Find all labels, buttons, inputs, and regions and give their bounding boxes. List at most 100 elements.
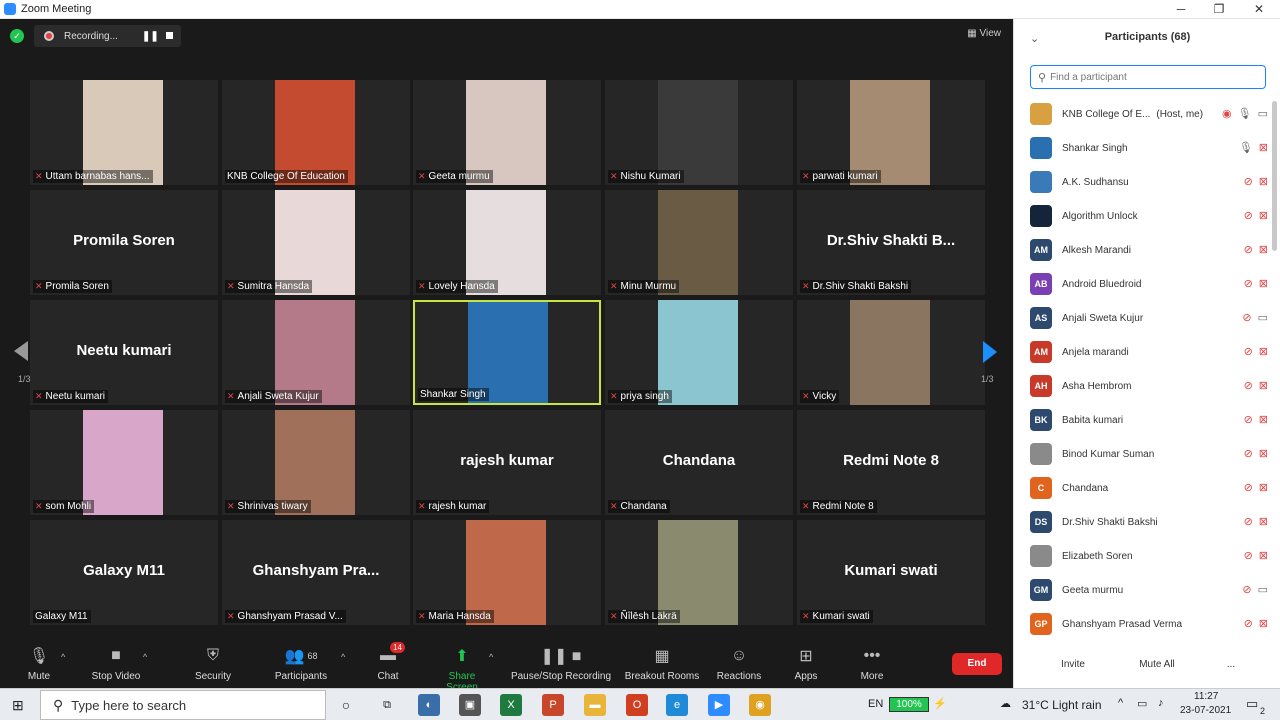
camera-off-icon[interactable]: ⊠	[1259, 413, 1268, 426]
more-button[interactable]: ••• More	[858, 646, 886, 682]
video-tile[interactable]: Redmi Note 8 ✕ Redmi Note 8	[797, 410, 985, 515]
mic-muted-icon[interactable]: ⊘	[1244, 277, 1253, 290]
volume-icon[interactable]: ♪	[1158, 697, 1164, 709]
video-tile[interactable]: ✕ Uttam barnabas hans...	[30, 80, 218, 185]
video-tile[interactable]: Dr.Shiv Shakti B... ✕ Dr.Shiv Shakti Baksh…	[797, 190, 985, 295]
share-screen-button[interactable]: ⬆ Share Screen	[432, 646, 492, 693]
video-tile[interactable]: ✕ som Mohli	[30, 410, 218, 515]
notification-center-icon[interactable]: ▭	[1246, 696, 1258, 712]
camera-off-icon[interactable]: ⊠	[1259, 617, 1268, 630]
maximize-button[interactable]: ❐	[1200, 0, 1238, 19]
video-tile[interactable]: ✕ Shrinivas tiwary	[222, 410, 410, 515]
input-language[interactable]: EN	[868, 698, 883, 710]
mic-muted-icon[interactable]: ⊘	[1244, 549, 1253, 562]
video-tile[interactable]: ✕ Anjali Sweta Kujur	[222, 300, 410, 405]
camera-on-icon[interactable]: ▭	[1258, 311, 1268, 324]
mic-on-icon[interactable]: 🎙	[1238, 107, 1252, 120]
participant-row[interactable]: BK Babita kumari ⊘ ⊠	[1014, 403, 1272, 437]
next-page-arrow-icon[interactable]	[983, 341, 997, 363]
taskbar-search-box[interactable]: ⚲	[40, 690, 326, 720]
task-view-icon[interactable]: ⧉	[376, 694, 398, 716]
camera-on-icon[interactable]: ▭	[1258, 583, 1268, 596]
participant-row[interactable]: GP Ghanshyam Prasad Verma ⊘ ⊠	[1014, 607, 1272, 641]
weather-text[interactable]: 31°C Light rain	[1022, 698, 1102, 712]
participant-row[interactable]: Algorithm Unlock ⊘ ⊠	[1014, 199, 1272, 233]
camera-off-icon[interactable]: ⊠	[1259, 447, 1268, 460]
cortana-circle-icon[interactable]: ○	[335, 694, 357, 716]
camera-off-icon[interactable]: ⊠	[1259, 141, 1268, 154]
clock-date[interactable]: 23-07-2021	[1180, 705, 1231, 716]
taskbar-search-input[interactable]	[71, 697, 302, 713]
video-tile[interactable]: ✕ Geeta murmu	[413, 80, 601, 185]
mic-muted-icon[interactable]: ⊘	[1244, 447, 1253, 460]
participant-search-input[interactable]	[1050, 71, 1251, 83]
camera-off-icon[interactable]: ⊠	[1259, 209, 1268, 222]
camera-off-icon[interactable]: ⊠	[1259, 175, 1268, 188]
camera-on-icon[interactable]: ▭	[1258, 107, 1268, 120]
camera-off-icon[interactable]: ⊠	[1259, 379, 1268, 392]
participant-row[interactable]: DS Dr.Shiv Shakti Bakshi ⊘ ⊠	[1014, 505, 1272, 539]
video-tile[interactable]: Neetu kumari ✕ Neetu kumari	[30, 300, 218, 405]
mic-muted-icon[interactable]: ⊘	[1244, 413, 1253, 426]
camera-off-icon[interactable]: ⊠	[1259, 481, 1268, 494]
stop-video-button[interactable]: ■ Stop Video	[88, 646, 144, 682]
powerpoint-icon[interactable]: P	[542, 694, 564, 716]
mic-muted-icon[interactable]: ⊘	[1244, 345, 1253, 358]
participants-options-chevron-icon[interactable]: ^	[341, 652, 345, 662]
audio-options-chevron-icon[interactable]: ^	[61, 652, 65, 662]
video-tile[interactable]: ✕ Nishu Kumari	[605, 80, 793, 185]
excel-icon[interactable]: X	[500, 694, 522, 716]
battery-indicator[interactable]: 100%	[889, 697, 929, 712]
video-tile[interactable]: ✕ Ñîlēsh Läkrä	[605, 520, 793, 625]
participant-row[interactable]: KNB College Of E... (Host, me) ◉ 🎙 ▭	[1014, 97, 1272, 131]
security-button[interactable]: ⛨ Security	[192, 646, 234, 682]
video-tile[interactable]: KNB College Of Education	[222, 80, 410, 185]
participant-row[interactable]: AS Anjali Sweta Kujur ⊘ ▭	[1014, 301, 1272, 335]
previous-page-arrow-icon[interactable]	[14, 341, 28, 361]
store-icon[interactable]: ▣	[459, 694, 481, 716]
mute-button[interactable]: 🎙 Mute	[22, 646, 56, 682]
participant-row[interactable]: AB Android Bluedroid ⊘ ⊠	[1014, 267, 1272, 301]
reactions-button[interactable]: ☺ Reactions	[716, 646, 762, 682]
mic-muted-icon[interactable]: ⊘	[1244, 515, 1253, 528]
video-tile[interactable]: ✕ Minu Murmu	[605, 190, 793, 295]
participant-search-box[interactable]: ⚲	[1030, 65, 1266, 89]
mic-muted-icon[interactable]: ⊘	[1244, 617, 1253, 630]
chat-button[interactable]: ▬ 14 Chat	[374, 642, 405, 682]
video-tile[interactable]: ✕ Lovely Hansda	[413, 190, 601, 295]
mic-on-icon[interactable]: 🎙	[1239, 141, 1253, 154]
participant-row[interactable]: Elizabeth Soren ⊘ ⊠	[1014, 539, 1272, 573]
participant-row[interactable]: Binod Kumar Suman ⊘ ⊠	[1014, 437, 1272, 471]
windows-start-icon[interactable]: ⊞	[12, 697, 24, 714]
mic-muted-icon[interactable]: ⊘	[1242, 311, 1251, 324]
video-tile[interactable]: Galaxy M11 Galaxy M11	[30, 520, 218, 625]
network-icon[interactable]: ▭	[1137, 697, 1147, 710]
mic-muted-icon[interactable]: ⊘	[1242, 583, 1251, 596]
camera-off-icon[interactable]: ⊠	[1259, 549, 1268, 562]
pause-stop-recording-button[interactable]: ❚❚ ■ Pause/Stop Recording	[509, 646, 613, 682]
video-tile[interactable]: Promila Soren ✕ Promila Soren	[30, 190, 218, 295]
edge-browser-icon[interactable]: e	[666, 694, 688, 716]
video-tile[interactable]: Chandana ✕ Chandana	[605, 410, 793, 515]
camera-off-icon[interactable]: ⊠	[1259, 243, 1268, 256]
video-tile[interactable]: rajesh kumar ✕ rajesh kumar	[413, 410, 601, 515]
panel-more-button[interactable]: ...	[1222, 655, 1240, 675]
tray-chevron-icon[interactable]: ^	[1118, 697, 1123, 709]
video-options-chevron-icon[interactable]: ^	[143, 652, 147, 662]
end-meeting-button[interactable]: End	[952, 653, 1002, 675]
video-tile[interactable]: Ghanshyam Pra... ✕ Ghanshyam Prasad V...	[222, 520, 410, 625]
invite-button[interactable]: Invite	[1052, 655, 1094, 675]
mute-all-button[interactable]: Mute All	[1132, 655, 1182, 675]
zoom-taskbar-icon[interactable]: ▶	[708, 694, 730, 716]
office-icon[interactable]: O	[626, 694, 648, 716]
video-tile[interactable]: Shankar Singh	[413, 300, 601, 405]
mic-muted-icon[interactable]: ⊘	[1244, 379, 1253, 392]
camera-off-icon[interactable]: ⊠	[1259, 277, 1268, 290]
mic-muted-icon[interactable]: ⊘	[1244, 209, 1253, 222]
camera-off-icon[interactable]: ⊠	[1259, 515, 1268, 528]
mic-muted-icon[interactable]: ⊘	[1244, 481, 1253, 494]
participant-row[interactable]: GM Geeta murmu ⊘ ▭	[1014, 573, 1272, 607]
mic-muted-icon[interactable]: ⊘	[1244, 175, 1253, 188]
stop-recording-icon[interactable]	[166, 32, 173, 39]
view-button[interactable]: ▦ View	[967, 28, 1001, 39]
